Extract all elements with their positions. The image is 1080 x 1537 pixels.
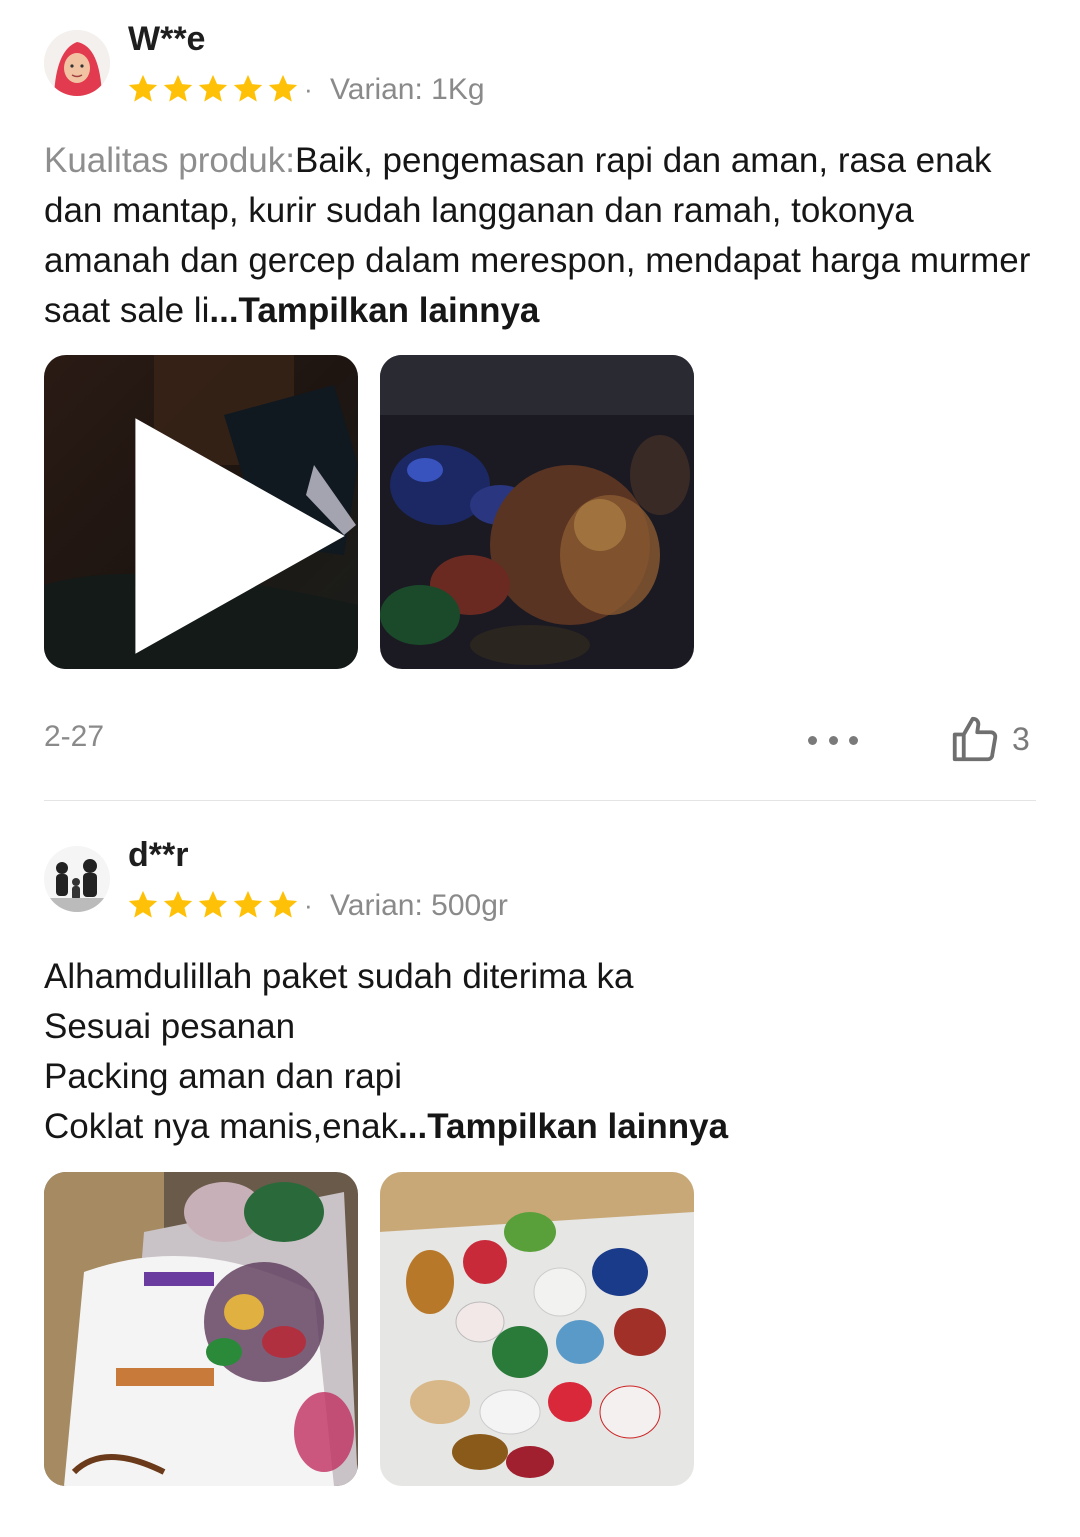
variant-label: Varian: 500gr xyxy=(330,889,508,922)
review-photo-thumbnail[interactable] xyxy=(380,355,694,669)
review-text: Alhamdulillah paket sudah diterima ka Se… xyxy=(44,952,1044,1152)
review-photo-thumbnail[interactable] xyxy=(380,1172,694,1486)
star-icon xyxy=(268,74,298,102)
star-icon xyxy=(268,890,298,918)
star-icon xyxy=(198,890,228,918)
review-text: Kualitas produk:Baik, pengemasan rapi da… xyxy=(44,136,1044,336)
play-icon xyxy=(135,418,345,654)
separator-dot: · xyxy=(304,890,313,920)
star-icon xyxy=(163,74,193,102)
review-text-line-last: Coklat nya manis,enak...Tampilkan lainny… xyxy=(44,1102,1044,1152)
review-photo-thumbnail[interactable] xyxy=(44,1172,358,1486)
star-icon xyxy=(163,890,193,918)
like-count: 3 xyxy=(1012,720,1030,757)
separator-dot: · xyxy=(304,74,313,104)
star-icon xyxy=(233,74,263,102)
review-text-line: Sesuai pesanan xyxy=(44,1007,296,1046)
star-icon xyxy=(233,890,263,918)
avatar[interactable] xyxy=(44,30,110,96)
review-text-label: Kualitas produk: xyxy=(44,141,295,180)
star-rating xyxy=(126,888,300,922)
more-options-icon[interactable] xyxy=(808,720,858,760)
review-text-line: Packing aman dan rapi xyxy=(44,1057,402,1096)
show-more-link[interactable]: ...Tampilkan lainnya xyxy=(209,291,539,330)
review-text-line: Coklat nya manis,enak xyxy=(44,1107,399,1146)
star-icon xyxy=(128,74,158,102)
like-button[interactable]: 3 xyxy=(948,712,1030,766)
thumbs-up-icon xyxy=(952,716,998,762)
avatar[interactable] xyxy=(44,846,110,912)
review-text-line: Alhamdulillah paket sudah diterima ka xyxy=(44,957,634,996)
review-video-thumbnail[interactable] xyxy=(44,355,358,669)
username: W**e xyxy=(128,20,206,58)
username: d**r xyxy=(128,836,189,874)
star-icon xyxy=(198,74,228,102)
variant-label: Varian: 1Kg xyxy=(330,73,485,106)
star-rating xyxy=(126,72,300,106)
divider xyxy=(44,800,1036,801)
star-icon xyxy=(128,890,158,918)
show-more-link[interactable]: ...Tampilkan lainnya xyxy=(398,1107,728,1146)
review-date: 2-27 xyxy=(44,720,105,753)
